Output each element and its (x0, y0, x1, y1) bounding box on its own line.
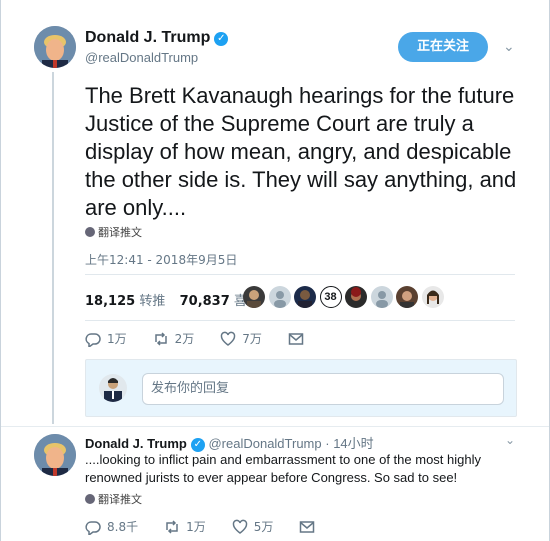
retweet-count: 2万 (174, 332, 195, 346)
likers-more-count[interactable]: 38 (319, 286, 342, 308)
verified-badge-icon: ✓ (214, 32, 229, 46)
retweet-icon (166, 519, 178, 534)
retweet-count: 1万 (186, 520, 206, 534)
liker-avatar[interactable] (396, 286, 418, 308)
envelope-icon (300, 520, 315, 533)
reply-icon (85, 520, 101, 535)
reply-icon (85, 332, 101, 347)
retweet-button[interactable]: 2万 (153, 330, 195, 347)
liker-avatar[interactable] (294, 286, 316, 308)
reply-author-name[interactable]: Donald J. Trump (85, 436, 187, 451)
reply-count: 1万 (107, 332, 127, 346)
liker-avatar[interactable] (268, 286, 291, 308)
retweets-count[interactable]: 18,125 (85, 294, 135, 309)
globe-icon (85, 494, 95, 504)
tweet-text: The Brett Kavanaugh hearings for the fut… (85, 83, 517, 220)
retweets-label[interactable]: 转推 (139, 294, 165, 309)
divider (85, 274, 515, 275)
heart-icon (232, 519, 247, 534)
liker-avatar[interactable] (370, 286, 393, 308)
envelope-icon (288, 332, 304, 345)
reply-header: Donald J. Trump ✓ @realDonaldTrump · 14小时 (85, 433, 374, 452)
like-count: 7万 (242, 332, 262, 346)
like-button[interactable]: 7万 (220, 330, 262, 347)
author-avatar[interactable] (34, 26, 76, 68)
chevron-down-icon[interactable]: ⌄ (505, 433, 515, 447)
translate-tweet-link[interactable]: 翻译推文 (85, 491, 142, 507)
reply-tweet-actions: 8.8千 1万 5万 (85, 518, 347, 535)
chevron-down-icon[interactable]: ⌄ (503, 38, 515, 55)
translate-tweet-link[interactable]: 翻译推文 (85, 224, 142, 240)
reply-time[interactable]: · 14小时 (325, 436, 373, 451)
liker-avatar[interactable] (345, 286, 367, 308)
reply-count: 8.8千 (107, 520, 139, 534)
likers-avatars[interactable]: 38 (243, 286, 447, 308)
reply-input[interactable]: 发布你的回复 (142, 373, 504, 405)
reply-author-avatar[interactable] (34, 434, 76, 476)
divider (85, 320, 515, 321)
globe-icon (85, 227, 95, 237)
following-button[interactable]: 正在关注 (398, 32, 488, 62)
like-count: 5万 (253, 520, 274, 534)
tweet-timestamp[interactable]: 上午12:41 - 2018年9月5日 (85, 251, 237, 268)
liker-avatar[interactable] (243, 286, 265, 308)
like-button[interactable]: 5万 (232, 518, 274, 535)
retweet-button[interactable]: 1万 (164, 518, 206, 535)
reply-author-handle[interactable]: @realDonaldTrump (208, 436, 321, 451)
reply-tweet-text: ....looking to inflict pain and embarras… (85, 452, 481, 485)
reply-button[interactable]: 1万 (85, 330, 127, 347)
direct-message-button[interactable] (288, 331, 310, 347)
tweet-actions: 1万 2万 7万 (85, 330, 336, 347)
divider (1, 426, 549, 427)
author-name[interactable]: Donald J. Trump ✓ (85, 29, 229, 47)
verified-badge-icon: ✓ (190, 438, 205, 452)
heart-icon (221, 331, 236, 346)
user-avatar (99, 374, 127, 402)
retweet-icon (154, 331, 167, 346)
likes-count[interactable]: 70,837 (180, 294, 230, 309)
liker-avatar[interactable] (421, 286, 444, 308)
author-handle[interactable]: @realDonaldTrump (85, 50, 198, 65)
reply-composer: 发布你的回复 (85, 359, 517, 417)
reply-button[interactable]: 8.8千 (85, 518, 138, 535)
engagement-stats: 18,125 转推 70,837 喜欢 (85, 290, 260, 309)
direct-message-button[interactable] (299, 519, 321, 535)
thread-line (52, 72, 54, 424)
